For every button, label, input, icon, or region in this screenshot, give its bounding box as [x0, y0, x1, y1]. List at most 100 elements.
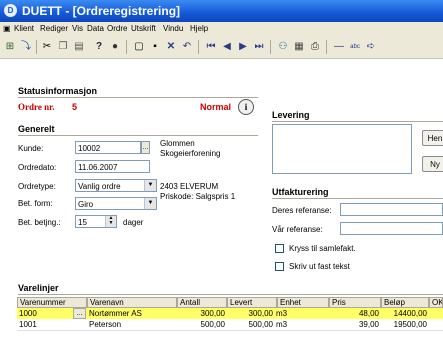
new-document-icon[interactable]: ▢ [132, 40, 146, 54]
col-quantity[interactable]: Antall [177, 297, 227, 308]
item-amount: 19500,00 [393, 320, 427, 329]
payment-terms-value: 15 [78, 218, 87, 227]
delivery-header: Levering [272, 110, 310, 120]
col-amount[interactable]: Beløp [381, 297, 429, 308]
chevron-down-icon[interactable]: ▼ [144, 198, 156, 209]
item-price: 39,00 [358, 320, 379, 329]
customer-lookup-button[interactable]: ... [141, 141, 150, 154]
order-type-select[interactable]: Vanlig ordre ▼ [75, 179, 157, 192]
payment-form-select[interactable]: Giro ▼ [75, 197, 157, 210]
help-icon[interactable]: ? [92, 40, 106, 54]
status-header: Statusinformasjon [18, 86, 98, 96]
our-reference-label: Vår referanse: [272, 225, 323, 234]
find-icon[interactable]: ⤵ [19, 40, 33, 54]
mdi-app-icon[interactable]: ▣ [3, 24, 11, 33]
item-delivered: 500,00 [248, 320, 273, 329]
customer-number-input[interactable]: 10002 [75, 141, 141, 154]
menu-utskrift[interactable]: Utskrift [131, 24, 156, 33]
collective-invoice-checkbox[interactable] [275, 244, 284, 253]
copy-icon[interactable]: ❐ [56, 40, 70, 54]
duett-app-icon: D [4, 4, 17, 17]
items-grid: Varenummer Varenavn Antall Levert Enhet … [17, 297, 443, 340]
items-header: Varelinjer [18, 283, 59, 293]
order-type-label: Ordretype: [18, 182, 56, 191]
menu-hjelp[interactable]: Hjelp [190, 24, 208, 33]
menu-vis[interactable]: Vis [72, 24, 83, 33]
col-unit[interactable]: Enhet [277, 297, 329, 308]
save-icon[interactable]: ▪ [148, 40, 162, 54]
delete-icon[interactable]: ✕ [164, 40, 178, 54]
menu-data[interactable]: Data [87, 24, 104, 33]
menu-bar: ▣ Klient Rediger Vis Data Ordre Utskrift… [0, 22, 443, 36]
paste-icon[interactable]: ▤ [72, 40, 86, 54]
previous-record-icon[interactable]: ◀ [220, 40, 234, 54]
table-row[interactable]: 1000 ... Nortømmer AS 300,00 300,00 m3 4… [17, 308, 443, 319]
print-fixed-text-label: Skriv ut fast tekst [289, 262, 350, 271]
our-reference-input[interactable] [340, 222, 443, 235]
grid-icon[interactable]: ▦ [292, 40, 306, 54]
col-ok[interactable]: OK [429, 297, 443, 308]
menu-ordre[interactable]: Ordre [107, 24, 127, 33]
table-row[interactable]: 1001 Peterson 500,00 500,00 m3 39,00 195… [17, 319, 443, 331]
menu-vindu[interactable]: Vindu [163, 24, 183, 33]
your-reference-input[interactable] [340, 203, 443, 216]
priority-status: Normal [200, 102, 232, 112]
col-price[interactable]: Pris [329, 297, 381, 308]
cut-icon[interactable]: ✂ [40, 40, 54, 54]
title-bar: D DUETT - [Ordreregistrering] [0, 0, 443, 22]
payment-terms-input[interactable]: 15 ▲ ▼ [75, 215, 117, 228]
item-quantity: 300,00 [200, 309, 225, 318]
print-fixed-text-checkbox[interactable] [275, 262, 284, 271]
menu-rediger[interactable]: Rediger [40, 24, 68, 33]
info-icon[interactable]: i [238, 99, 254, 115]
first-record-icon[interactable]: ⏮ [204, 40, 218, 54]
customer-label: Kunde: [18, 144, 44, 153]
toolbar: ⊞ ⤵ ✂ ❐ ▤ ? ● ▢ ▪ ✕ ↶ ⏮ ◀ ▶ ⏭ ⚇ ▦ ⎙ — ab… [0, 36, 443, 59]
chevron-down-icon[interactable]: ▼ [144, 180, 156, 191]
fetch-button[interactable]: Hen [422, 130, 443, 146]
price-code: Priskode: Salgspris 1 [160, 192, 236, 201]
your-reference-label: Deres referanse: [272, 206, 332, 215]
customers-icon[interactable]: ⚇ [276, 40, 290, 54]
address-line: 2403 ELVERUM [160, 182, 219, 191]
line-icon[interactable]: — [332, 40, 346, 54]
item-name: Nortømmer AS [89, 309, 142, 318]
window-title: DUETT - [Ordreregistrering] [22, 4, 181, 18]
payment-form-value: Giro [78, 200, 94, 209]
order-date-label: Ordredato: [18, 163, 57, 172]
new-button[interactable]: Ny [422, 156, 443, 172]
print-icon[interactable]: ⎙ [308, 40, 322, 54]
spellcheck-icon[interactable]: abc [348, 40, 362, 54]
item-amount: 14400,00 [393, 309, 427, 318]
item-quantity: 500,00 [200, 320, 225, 329]
order-type-value: Vanlig ordre [78, 182, 121, 191]
spin-buttons-icon[interactable]: ▲ ▼ [105, 216, 116, 227]
customer-name: Glommen Skogeierforening [160, 139, 221, 158]
payment-form-label: Bet. form: [18, 199, 53, 208]
delivery-address-textarea[interactable] [272, 124, 412, 174]
last-record-icon[interactable]: ⏭ [252, 40, 266, 54]
next-record-icon[interactable]: ▶ [236, 40, 250, 54]
item-lookup-button[interactable]: ... [73, 308, 86, 319]
info-globe-icon[interactable]: ● [108, 40, 122, 54]
col-item-number[interactable]: Varenummer [17, 297, 87, 308]
item-ok [429, 308, 443, 319]
item-ok [429, 319, 443, 330]
col-item-name[interactable]: Varenavn [87, 297, 177, 308]
item-number: 1000 [19, 309, 37, 318]
payment-terms-label: Bet. betjng.: [18, 218, 61, 227]
col-delivered[interactable]: Levert [227, 297, 277, 308]
new-record-icon[interactable]: ⊞ [3, 40, 17, 54]
order-number-label: Ordre nr. [18, 102, 55, 112]
undo-icon[interactable]: ↶ [180, 40, 194, 54]
item-price: 48,00 [358, 309, 379, 318]
order-number: 5 [72, 102, 78, 112]
order-date-input[interactable]: 11.06.2007 [75, 160, 150, 173]
more-icon[interactable]: ➪ [364, 40, 378, 54]
invoicing-header: Utfakturering [272, 187, 329, 197]
menu-klient[interactable]: Klient [14, 24, 34, 33]
item-unit: m3 [276, 320, 288, 329]
collective-invoice-label: Kryss til samlefakt. [289, 244, 356, 253]
item-number: 1001 [19, 320, 37, 329]
item-delivered: 300,00 [248, 309, 273, 318]
